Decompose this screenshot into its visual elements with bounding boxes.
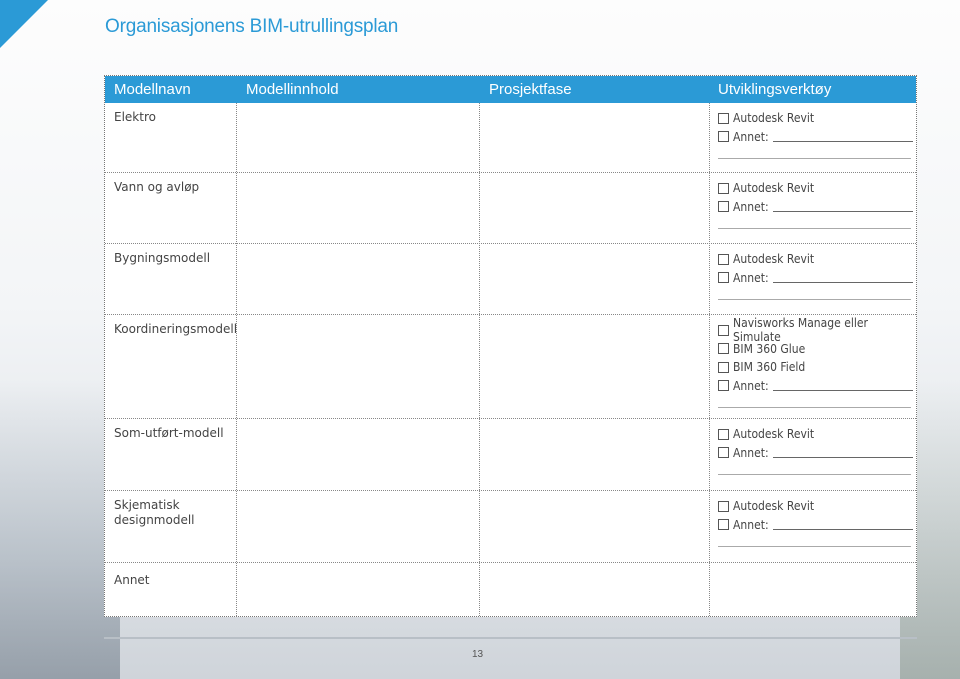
table-row: Bygningsmodell Autodesk Revit Annet: (105, 244, 916, 315)
row-model-name: Annet (114, 573, 150, 587)
row-model-name-line: designmodell (114, 513, 195, 527)
footer-divider (104, 637, 917, 639)
option-other[interactable]: Annet: (718, 128, 913, 147)
tool-options: Autodesk Revit Annet: (718, 425, 913, 475)
row-model-name-line: Skjematisk (114, 498, 180, 512)
row-model-name: Elektro (114, 110, 156, 124)
option-label: Autodesk Revit (733, 427, 815, 442)
option-label: Autodesk Revit (733, 181, 815, 196)
table-row: Annet (105, 563, 916, 616)
table-row: Vann og avløp Autodesk Revit Annet: (105, 173, 916, 244)
option-label: Annet: (733, 270, 769, 285)
write-in-line[interactable] (718, 158, 911, 159)
row-model-name: Som-utført-modell (114, 426, 224, 440)
tool-options: Autodesk Revit Annet: (718, 109, 913, 159)
tool-options: Navisworks Manage eller Simulate BIM 360… (718, 316, 913, 408)
option-navisworks[interactable]: Navisworks Manage eller Simulate (718, 316, 913, 344)
option-autodesk-revit[interactable]: Autodesk Revit (718, 250, 913, 269)
row-model-name: Koordineringsmodell (114, 322, 238, 336)
checkbox[interactable] (718, 447, 729, 459)
write-in-line[interactable] (772, 519, 913, 531)
option-other[interactable]: Annet: (718, 198, 913, 217)
tool-options: Autodesk Revit Annet: (718, 250, 913, 300)
table-header: Modellnavn Modellinnhold Prosjektfase Ut… (105, 76, 916, 103)
option-other[interactable]: Annet: (718, 269, 913, 288)
table-row: Koordineringsmodell Navisworks Manage el… (105, 315, 916, 419)
row-model-name: Skjematisk designmodell (114, 498, 195, 528)
checkbox[interactable] (718, 253, 729, 265)
checkbox[interactable] (718, 428, 729, 440)
checkbox[interactable] (718, 380, 729, 392)
checkbox[interactable] (718, 324, 729, 336)
option-label: Autodesk Revit (733, 111, 815, 126)
bim-plan-table: Modellnavn Modellinnhold Prosjektfase Ut… (104, 75, 917, 617)
checkbox[interactable] (718, 361, 729, 373)
checkbox[interactable] (718, 182, 729, 194)
table-row: Elektro Autodesk Revit Annet: (105, 103, 916, 173)
write-in-line[interactable] (718, 299, 911, 300)
option-autodesk-revit[interactable]: Autodesk Revit (718, 425, 913, 444)
checkbox[interactable] (718, 112, 729, 124)
option-autodesk-revit[interactable]: Autodesk Revit (718, 179, 913, 198)
header-dev-tools: Utviklingsverktøy (718, 81, 832, 98)
option-label: Annet: (733, 517, 769, 532)
option-label: Annet: (733, 378, 769, 393)
write-in-line[interactable] (772, 201, 913, 213)
table-row: Som-utført-modell Autodesk Revit Annet: (105, 419, 916, 491)
option-label: Annet: (733, 445, 769, 460)
write-in-line[interactable] (718, 546, 911, 547)
row-model-name: Bygningsmodell (114, 251, 211, 265)
checkbox[interactable] (718, 201, 729, 213)
row-model-name: Vann og avløp (114, 180, 200, 194)
write-in-line[interactable] (718, 474, 911, 475)
page-title: Organisasjonens BIM-utrullingsplan (105, 16, 399, 37)
checkbox[interactable] (718, 131, 729, 143)
checkbox[interactable] (718, 519, 729, 531)
option-other[interactable]: Annet: (718, 377, 913, 396)
header-project-phase: Prosjektfase (489, 81, 572, 98)
option-label: BIM 360 Field (733, 360, 806, 375)
option-bim360-field[interactable]: BIM 360 Field (718, 358, 913, 377)
option-label: Autodesk Revit (733, 499, 815, 514)
option-label: Navisworks Manage eller Simulate (733, 316, 868, 345)
option-other[interactable]: Annet: (718, 444, 913, 463)
write-in-line[interactable] (772, 272, 913, 284)
option-autodesk-revit[interactable]: Autodesk Revit (718, 497, 913, 516)
option-autodesk-revit[interactable]: Autodesk Revit (718, 109, 913, 128)
write-in-line[interactable] (772, 131, 913, 143)
table-row: Skjematisk designmodell Autodesk Revit A… (105, 491, 916, 563)
write-in-line[interactable] (718, 228, 911, 229)
background-photo-left (0, 380, 120, 679)
page-number: 13 (472, 649, 484, 660)
header-model-name: Modellnavn (114, 81, 191, 98)
header-model-content: Modellinnhold (246, 81, 339, 98)
option-other[interactable]: Annet: (718, 516, 913, 535)
option-label: Annet: (733, 129, 769, 144)
checkbox[interactable] (718, 500, 729, 512)
option-label: Annet: (733, 199, 769, 214)
write-in-line[interactable] (718, 407, 911, 408)
tool-options: Autodesk Revit Annet: (718, 179, 913, 229)
option-label: Autodesk Revit (733, 252, 815, 267)
corner-accent (0, 0, 48, 48)
write-in-line[interactable] (772, 447, 913, 459)
checkbox[interactable] (718, 343, 729, 355)
tool-options: Autodesk Revit Annet: (718, 497, 913, 547)
option-label: BIM 360 Glue (733, 341, 806, 356)
write-in-line[interactable] (772, 380, 913, 392)
checkbox[interactable] (718, 272, 729, 284)
